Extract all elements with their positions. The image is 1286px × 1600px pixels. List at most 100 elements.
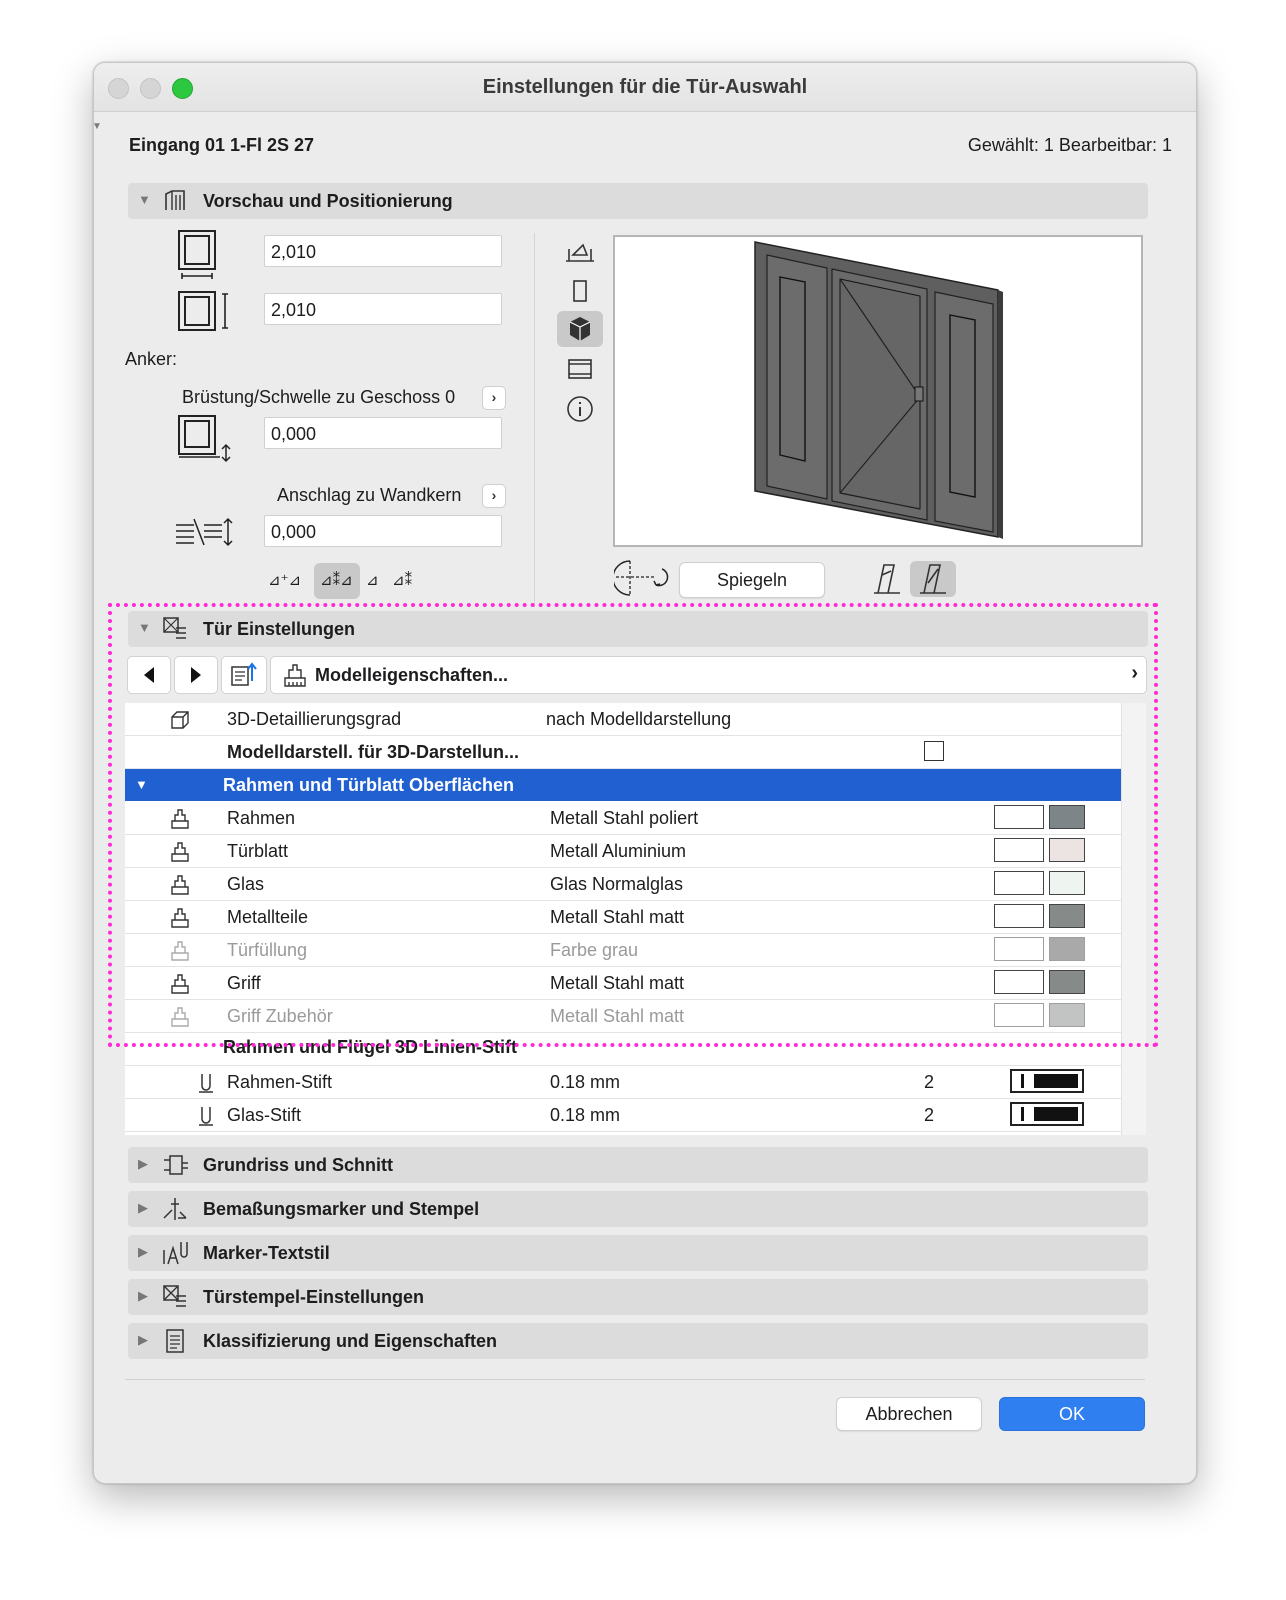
surface-color-swatch[interactable] bbox=[1049, 970, 1085, 994]
surface-row-metal-parts[interactable]: Metallteile Metall Stahl matt bbox=[125, 901, 1121, 934]
row-value[interactable]: nach Modelldarstellung bbox=[546, 709, 731, 730]
pen-label: Glas-Stift bbox=[227, 1105, 302, 1125]
disclosure-closed-icon[interactable]: ▶ bbox=[138, 1156, 148, 1172]
paint-brush-icon bbox=[171, 809, 189, 829]
surface-value[interactable]: Metall Stahl matt bbox=[550, 973, 684, 994]
surface-label: Türblatt bbox=[227, 841, 289, 861]
anchor-option-inside-icon[interactable]: ⊿ bbox=[366, 571, 379, 589]
reveal-depth-input[interactable]: 0,000 bbox=[264, 515, 502, 547]
surface-override-swatch[interactable] bbox=[994, 805, 1044, 829]
section-door-settings-title: Tür Einstellungen bbox=[203, 619, 356, 639]
surface-value[interactable]: Metall Stahl poliert bbox=[550, 808, 698, 829]
window-title: Einstellungen für die Tür-Auswahl bbox=[482, 76, 808, 98]
door-width-input[interactable]: 2,010 bbox=[264, 235, 502, 267]
anchor-option-outside-icon[interactable]: ⊿⁺⊿ bbox=[268, 571, 301, 589]
mirror-preview-icon[interactable] bbox=[614, 557, 674, 599]
disclosure-closed-icon[interactable]: ▶ bbox=[138, 1244, 148, 1260]
disclosure-closed-icon[interactable]: ▶ bbox=[138, 1200, 148, 1216]
sill-height-input[interactable]: 0,000 bbox=[264, 417, 502, 449]
surface-color-swatch[interactable] bbox=[1049, 871, 1085, 895]
section-door-stamp-header[interactable]: ▶ Türstempel-Einstellungen bbox=[128, 1279, 1148, 1315]
opening-left-button[interactable] bbox=[864, 561, 910, 597]
table-scrollbar[interactable] bbox=[1121, 703, 1146, 1135]
surface-row-handle[interactable]: Griff Metall Stahl matt bbox=[125, 967, 1121, 1000]
pen-icon bbox=[199, 1107, 213, 1126]
anchor-option-core-icon[interactable]: ⊿⁑⊿ bbox=[320, 571, 353, 589]
section-door-settings-header[interactable]: ▼ Tür Einstellungen bbox=[128, 611, 1148, 647]
pen-weight: 0.18 mm bbox=[550, 1105, 621, 1125]
section-floorplan-header[interactable]: ▶ Grundriss und Schnitt bbox=[128, 1147, 1148, 1183]
surface-color-swatch[interactable] bbox=[1049, 904, 1085, 928]
section-title: Türstempel-Einstellungen bbox=[203, 1287, 425, 1307]
anchor-option-custom-icon[interactable]: ⊿⁑ bbox=[392, 571, 412, 589]
next-page-button[interactable] bbox=[174, 656, 218, 694]
anchor-label: Anker: bbox=[125, 349, 178, 369]
mirror-button[interactable]: Spiegeln bbox=[679, 562, 825, 598]
view-plan-button[interactable] bbox=[557, 273, 603, 309]
surface-value[interactable]: Metall Aluminium bbox=[550, 841, 686, 862]
cancel-button[interactable]: Abbrechen bbox=[836, 1397, 982, 1431]
element-name: Eingang 01 1-Fl 2S 27 bbox=[129, 135, 315, 155]
surface-row-glass[interactable]: Glas Glas Normalglas bbox=[125, 868, 1121, 901]
previous-page-button[interactable] bbox=[127, 656, 171, 694]
surface-value[interactable]: Glas Normalglas bbox=[550, 874, 683, 895]
reveal-depth-icon bbox=[176, 517, 233, 547]
pen-group-row[interactable]: Rahmen und Flügel 3D Linien-Stift bbox=[125, 1033, 1121, 1066]
disclosure-open-icon[interactable]: ▼ bbox=[135, 777, 148, 792]
surface-row-handle-accessory: Griff Zubehör Metall Stahl matt bbox=[125, 1000, 1121, 1033]
disclosure-open-icon[interactable]: ▼ bbox=[138, 620, 151, 635]
surface-row-door-panel: Türfüllung Farbe grau bbox=[125, 934, 1121, 967]
surface-row-door-leaf[interactable]: Türblatt Metall Aluminium bbox=[125, 835, 1121, 868]
surface-row-frame[interactable]: Rahmen Metall Stahl poliert bbox=[125, 802, 1121, 835]
view-3d-button[interactable] bbox=[557, 311, 603, 347]
surface-color-swatch[interactable] bbox=[1049, 805, 1085, 829]
surface-override-swatch[interactable] bbox=[994, 970, 1044, 994]
door-width-icon bbox=[178, 230, 216, 279]
dimension-marker-icon bbox=[163, 1198, 187, 1220]
pen-preview[interactable] bbox=[1010, 1102, 1084, 1126]
disclosure-closed-icon[interactable]: ▶ bbox=[138, 1288, 148, 1304]
view-elevation-button[interactable] bbox=[557, 351, 603, 387]
page-dropdown[interactable]: Modelleigenschaften... › bbox=[270, 656, 1147, 694]
opening-right-button[interactable] bbox=[910, 561, 956, 597]
surface-group-row[interactable]: ▼ Rahmen und Türblatt Oberflächen bbox=[125, 769, 1121, 801]
surface-value[interactable]: Metall Stahl matt bbox=[550, 907, 684, 928]
door-3d-preview[interactable] bbox=[613, 235, 1143, 547]
pen-preview[interactable] bbox=[1010, 1069, 1084, 1093]
section-classification-header[interactable]: ▶ Klassifizierung und Eigenschaften bbox=[128, 1323, 1148, 1359]
triangle-right-icon bbox=[191, 667, 201, 683]
pen-row-glass[interactable]: Glas-Stift 0.18 mm 2 bbox=[125, 1099, 1121, 1132]
sill-reference-button[interactable]: › bbox=[482, 386, 506, 410]
pen-number[interactable]: 2 bbox=[924, 1072, 934, 1093]
door-height-input[interactable]: 2,010 bbox=[264, 293, 502, 325]
triangle-left-icon bbox=[144, 667, 154, 683]
section-dimension-header[interactable]: ▶ Bemaßungsmarker und Stempel bbox=[128, 1191, 1148, 1227]
section-title: Klassifizierung und Eigenschaften bbox=[203, 1331, 498, 1351]
row-label: Modelldarstell. für 3D-Darstellun... bbox=[227, 742, 520, 762]
surface-override-swatch[interactable] bbox=[994, 871, 1044, 895]
disclosure-open-icon[interactable]: ▼ bbox=[138, 192, 151, 207]
floorplan-icon bbox=[164, 1155, 188, 1175]
pen-row-frame[interactable]: Rahmen-Stift 0.18 mm 2 bbox=[125, 1066, 1121, 1099]
preview-divider bbox=[534, 233, 535, 607]
collapse-corner-icon[interactable]: ▼ bbox=[94, 121, 102, 132]
section-preview-header[interactable]: ▼ Vorschau und Positionierung bbox=[128, 183, 1148, 219]
table-row[interactable]: Modelldarstell. für 3D-Darstellun... bbox=[125, 736, 1121, 769]
surface-color-swatch[interactable] bbox=[1049, 838, 1085, 862]
disclosure-closed-icon[interactable]: ▶ bbox=[138, 1332, 148, 1348]
surface-override-swatch[interactable] bbox=[994, 838, 1044, 862]
door-3d-render bbox=[754, 241, 1003, 539]
transfer-settings-button[interactable] bbox=[221, 656, 267, 694]
surface-override-swatch[interactable] bbox=[994, 904, 1044, 928]
door-height-icon bbox=[178, 291, 228, 331]
footer-divider bbox=[125, 1379, 1145, 1380]
model-display-checkbox[interactable] bbox=[924, 741, 944, 761]
ok-button[interactable]: OK bbox=[999, 1397, 1145, 1431]
info-button[interactable] bbox=[557, 391, 603, 427]
section-text-style-header[interactable]: ▶ Marker-Textstil bbox=[128, 1235, 1148, 1271]
table-row[interactable]: 3D-Detaillierungsgrad nach Modelldarstel… bbox=[125, 703, 1121, 736]
text-style-icon bbox=[163, 1242, 188, 1265]
pen-number[interactable]: 2 bbox=[924, 1105, 934, 1126]
view-section-button[interactable] bbox=[557, 235, 603, 271]
reveal-reference-button[interactable]: › bbox=[482, 484, 506, 508]
